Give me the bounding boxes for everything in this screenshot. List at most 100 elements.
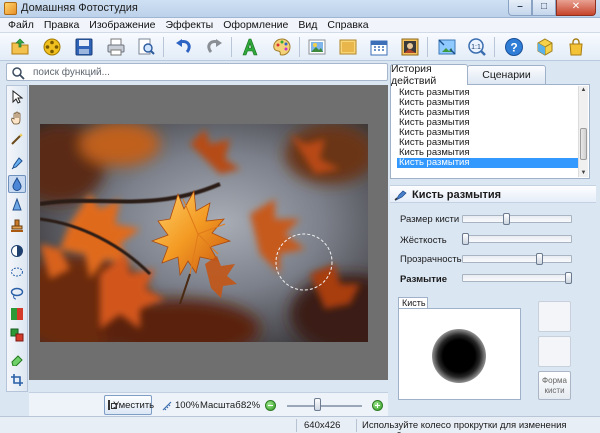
actual-size-button[interactable]: 100% [162, 400, 199, 411]
close-icon: ✕ [571, 1, 581, 12]
lasso-tool-icon[interactable] [8, 284, 26, 302]
brush-shape-button[interactable]: Форма кисти [538, 371, 571, 400]
brush-option-button-1[interactable] [538, 301, 571, 332]
shopping-bag-icon[interactable] [564, 35, 588, 59]
hardness-thumb[interactable] [462, 233, 469, 245]
color-balance-tool-icon[interactable] [8, 305, 26, 323]
scroll-down-icon[interactable]: ▼ [580, 169, 587, 177]
panel-tabs: История действий Сценарии [390, 63, 596, 87]
blur-amount-thumb[interactable] [565, 272, 572, 284]
brush-size-slider[interactable] [462, 215, 572, 223]
search-icon [11, 66, 25, 83]
history-list-box: Кисть размытия Кисть размытия Кисть размыт… [390, 84, 590, 179]
hand-tool-icon[interactable] [8, 109, 26, 127]
picture-icon[interactable] [336, 35, 360, 59]
status-divider [296, 419, 297, 432]
text-tool-icon[interactable] [238, 35, 262, 59]
brush-size-label: Размер кисти [400, 214, 460, 225]
toolbar-separator [299, 37, 300, 57]
opacity-thumb[interactable] [536, 253, 543, 265]
status-hint: Используйте колесо прокрутки для изменен… [362, 420, 567, 433]
menu-edit[interactable]: Правка [40, 18, 85, 32]
opacity-label: Прозрачность [400, 254, 462, 265]
zoom-slider-track[interactable] [287, 405, 362, 407]
hardness-label: Жёсткость [400, 235, 447, 246]
pointer-tool-icon[interactable] [8, 88, 26, 106]
autumn-leaves-photo [40, 124, 368, 342]
tool-panel-header: Кисть размытия [390, 185, 596, 203]
zoom-out-icon[interactable] [265, 400, 276, 411]
zoom-slider-thumb[interactable] [314, 398, 321, 411]
tab-scenarios[interactable]: Сценарии [467, 65, 546, 84]
menu-image[interactable]: Изображение [85, 18, 161, 32]
calendar-icon[interactable] [367, 35, 391, 59]
actual-size-icon[interactable]: 1:1 [465, 35, 489, 59]
resize-icon[interactable] [435, 35, 459, 59]
window-controls: – □ ✕ [508, 0, 596, 16]
open-folder-icon[interactable] [8, 35, 32, 59]
toolbar-separator [494, 37, 495, 57]
save-disk-icon[interactable] [72, 35, 96, 59]
zoom-in-icon[interactable] [372, 400, 383, 411]
status-divider [356, 419, 357, 432]
stamp-tool-icon[interactable] [8, 217, 26, 235]
opacity-slider[interactable] [462, 255, 572, 263]
menu-decoration[interactable]: Оформление [219, 18, 294, 32]
magic-wand-tool-icon[interactable] [8, 130, 26, 148]
main-toolbar: 1:1 ? [0, 33, 600, 61]
maximize-button[interactable]: □ [532, 0, 556, 16]
crop-tool-icon[interactable] [8, 371, 26, 389]
history-scrollbar[interactable]: ▲ ▼ [578, 86, 588, 177]
scroll-thumb[interactable] [580, 128, 587, 160]
photo-collage-icon[interactable] [398, 35, 422, 59]
history-item[interactable]: Кисть размытия [397, 158, 578, 168]
print-icon[interactable] [104, 35, 128, 59]
menu-file[interactable]: Файл [4, 18, 40, 32]
fit-button[interactable]: Уместить [104, 395, 155, 415]
ellipse-select-tool-icon[interactable] [8, 263, 26, 281]
window-title: Домашняя Фотостудия [21, 2, 138, 14]
redo-icon[interactable] [202, 35, 226, 59]
brush-size-thumb[interactable] [503, 213, 510, 225]
help-icon[interactable]: ? [502, 35, 526, 59]
menu-help[interactable]: Справка [323, 18, 374, 32]
function-search [6, 63, 388, 81]
blur-amount-label: Размытие [400, 274, 448, 285]
fit-to-window-icon [108, 400, 117, 410]
blur-drop-tool-icon[interactable] [8, 175, 26, 193]
minimize-button[interactable]: – [508, 0, 532, 16]
close-button[interactable]: ✕ [556, 0, 596, 16]
film-reel-icon[interactable] [40, 35, 64, 59]
3d-box-icon[interactable] [533, 35, 557, 59]
tool-strip [6, 85, 28, 392]
undo-icon[interactable] [172, 35, 196, 59]
photo-frame-icon[interactable] [305, 35, 329, 59]
print-preview-icon[interactable] [134, 35, 158, 59]
color-swap-tool-icon[interactable] [8, 326, 26, 344]
history-list: Кисть размытия Кисть размытия Кисть размыт… [397, 88, 578, 168]
title-bar: Домашняя Фотостудия – □ ✕ [0, 0, 600, 18]
brush-option-button-2[interactable] [538, 336, 571, 367]
menu-view[interactable]: Вид [294, 18, 323, 32]
zoom-bar: Уместить 100% Масштаб: 82% [29, 392, 388, 416]
blur-amount-slider[interactable] [462, 274, 572, 282]
scroll-up-icon[interactable]: ▲ [580, 86, 587, 94]
blur-brush-icon [394, 189, 408, 204]
palette-icon[interactable] [270, 35, 294, 59]
menu-effects[interactable]: Эффекты [161, 18, 219, 32]
toolbar-separator [427, 37, 428, 57]
tab-history[interactable]: История действий [390, 63, 468, 87]
svg-text:1:1: 1:1 [471, 44, 481, 51]
hardness-slider[interactable] [462, 235, 572, 243]
brush-shape-preview [432, 329, 486, 383]
photo-canvas[interactable] [40, 124, 368, 342]
tool-title: Кисть размытия [412, 189, 502, 201]
fit-button-label: Уместить [113, 399, 155, 411]
minimize-icon: – [517, 1, 523, 12]
search-input[interactable] [33, 65, 373, 79]
eraser-tool-icon[interactable] [8, 350, 26, 368]
contrast-tool-icon[interactable] [8, 242, 26, 260]
eyedropper-tool-icon[interactable] [8, 154, 26, 172]
toolbar-separator [163, 37, 164, 57]
sharpen-tool-icon[interactable] [8, 196, 26, 214]
